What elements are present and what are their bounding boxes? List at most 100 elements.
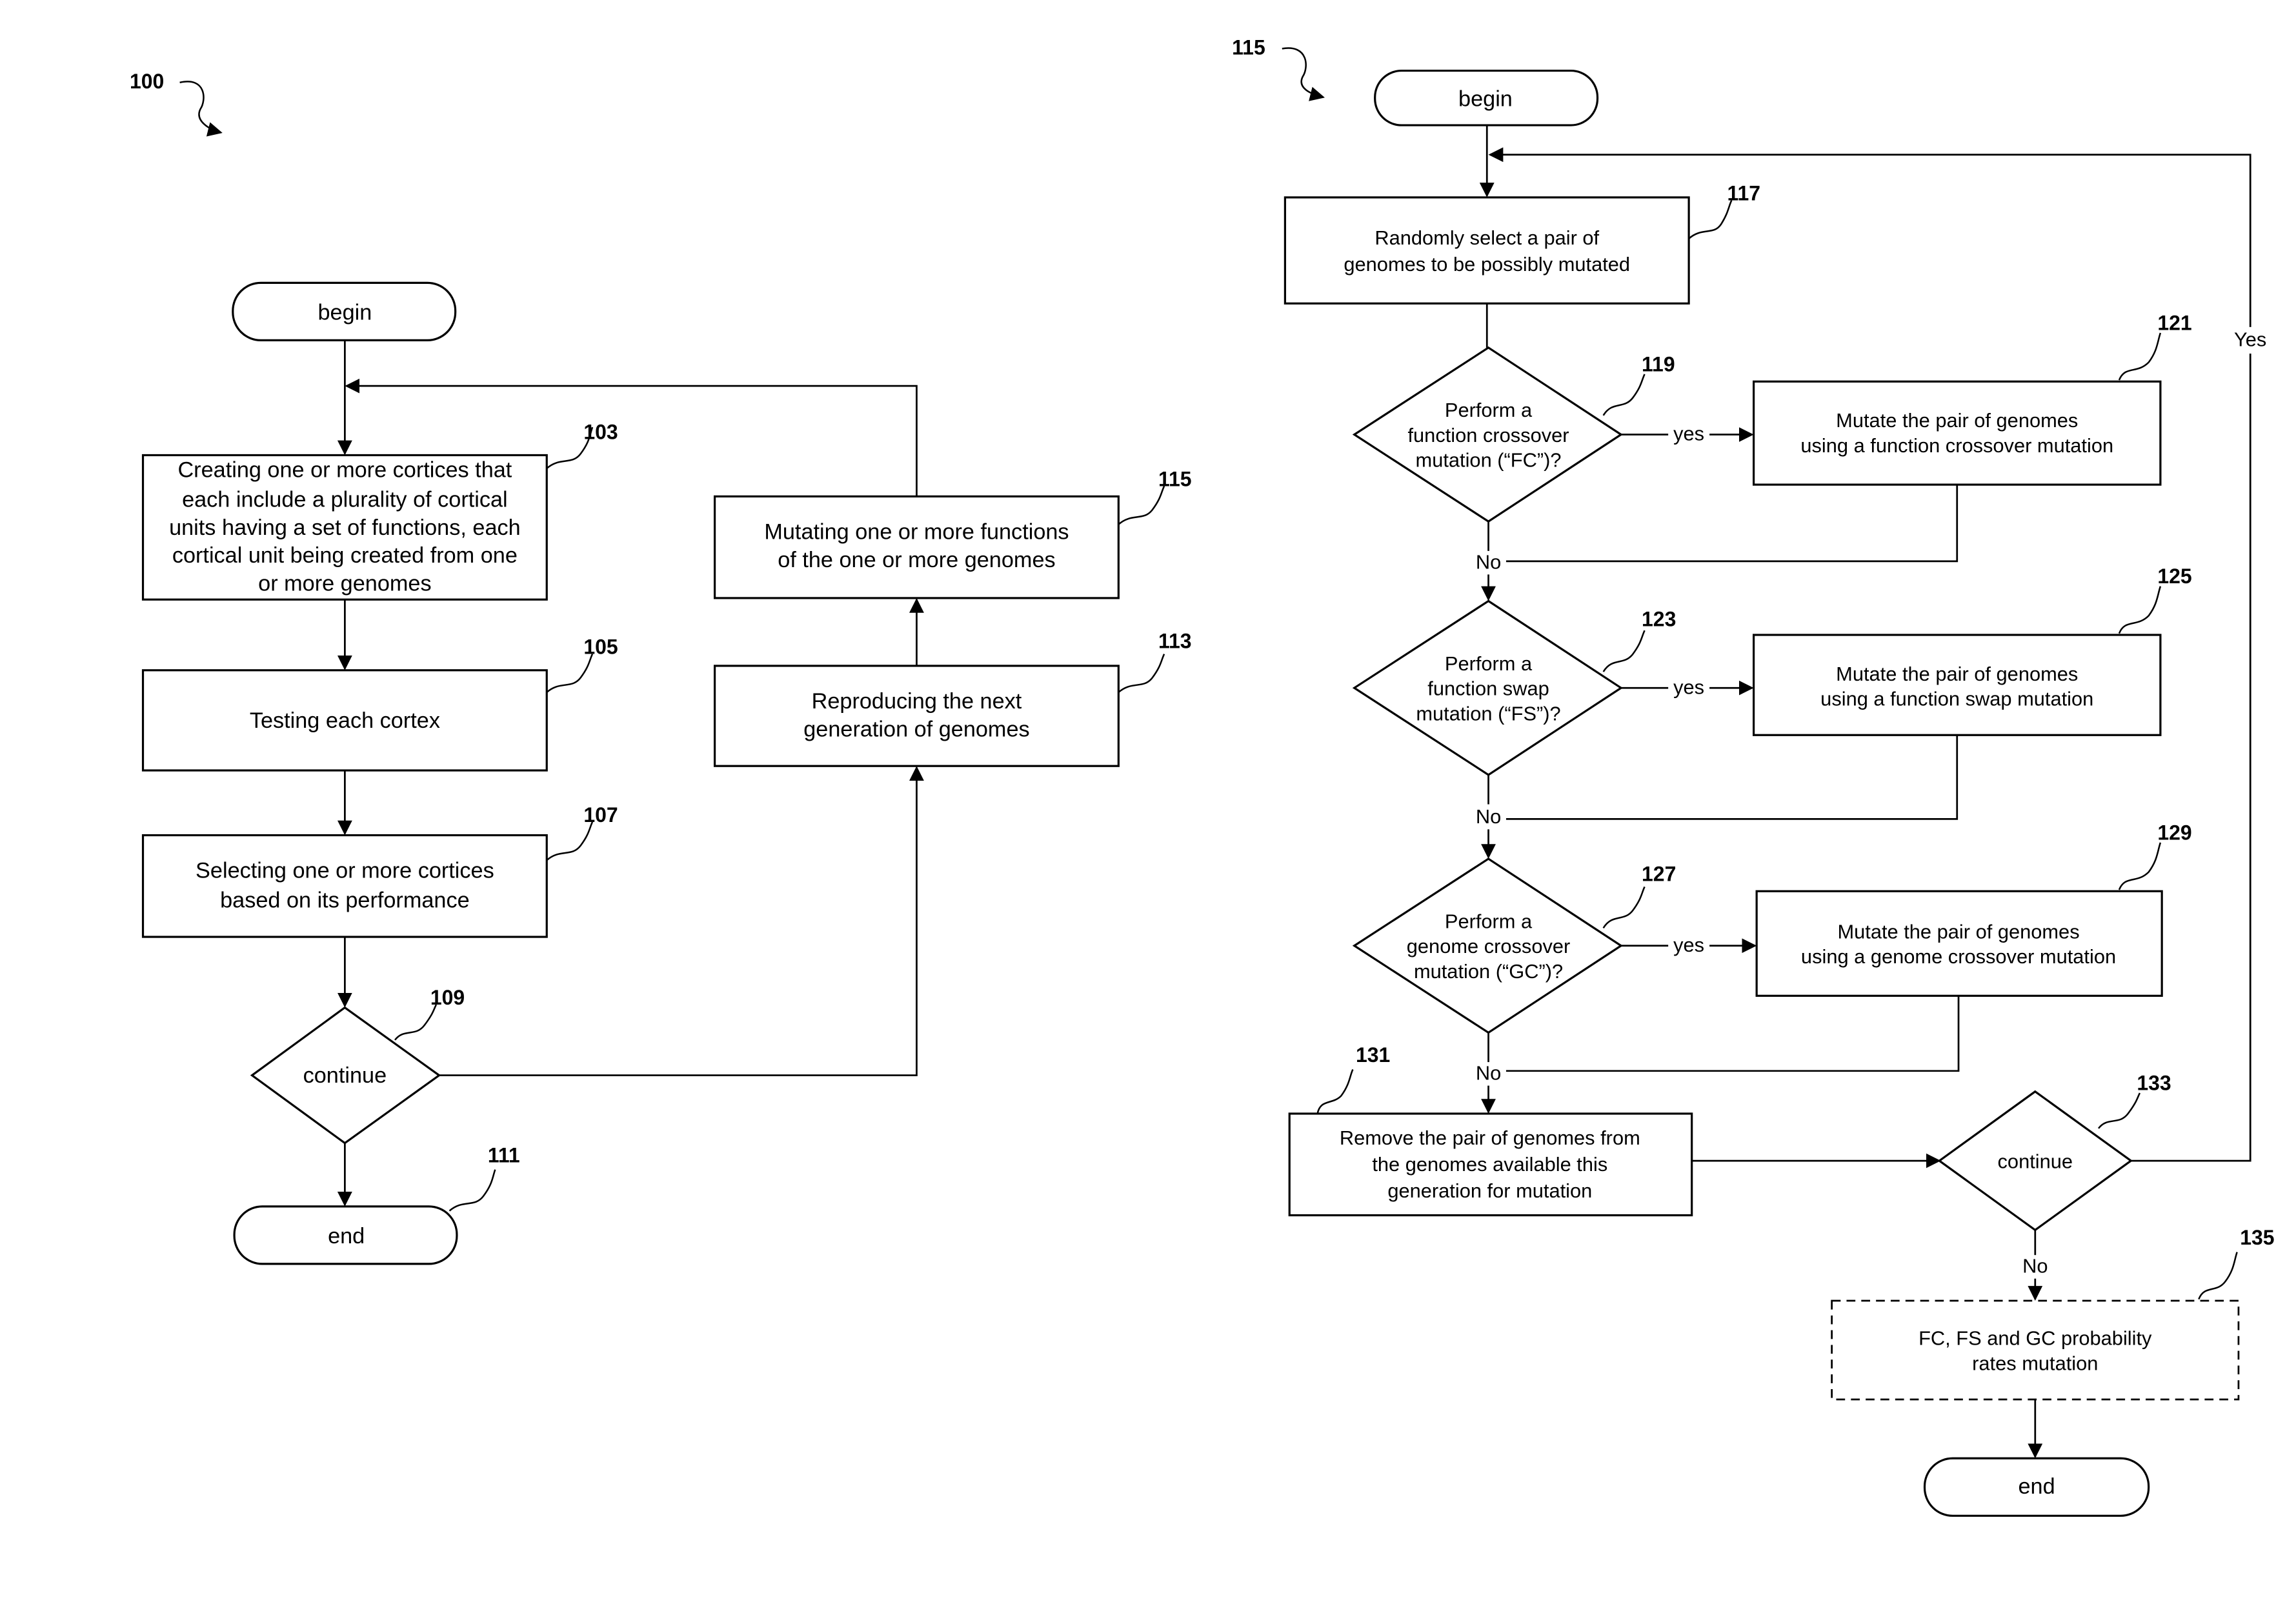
step-125-box: Mutate the pair of genomes using a funct… <box>1753 634 2162 736</box>
step-119-line-2: function crossover <box>1407 424 1569 446</box>
step-127-decision: Perform a genome crossover mutation (“GC… <box>1352 857 1623 1034</box>
flowchart-figure: 100 begin Creating one or more cortices … <box>130 35 2275 1517</box>
ref-121-leader <box>2118 332 2162 381</box>
ref-117: 117 <box>1727 182 1760 205</box>
step-131-line-1: Remove the pair of genomes from <box>1340 1127 1640 1149</box>
ref-113-leader <box>1118 654 1165 694</box>
right-begin-label: begin <box>1458 86 1513 111</box>
step-107-box: Selecting one or more cortices based on … <box>141 834 548 938</box>
ref-119-leader <box>1602 374 1646 416</box>
step-115-line-2: of the one or more genomes <box>778 548 1055 572</box>
ref-135: 135 <box>2240 1226 2274 1249</box>
step-107-line-2: based on its performance <box>220 888 470 912</box>
step-123-line-3: mutation (“FS”)? <box>1416 702 1560 725</box>
step-135-box: FC, FS and GC probability rates mutation <box>1831 1299 2240 1401</box>
ref-125: 125 <box>2157 565 2191 588</box>
ref-127: 127 <box>1642 862 1676 885</box>
ref-123: 123 <box>1642 607 1676 630</box>
ref-129-leader <box>2118 842 2162 890</box>
ref-127-leader <box>1602 886 1646 929</box>
ref-113: 113 <box>1158 630 1192 653</box>
step-119-line-1: Perform a <box>1445 399 1533 421</box>
ref-121: 121 <box>2157 311 2191 334</box>
ref-125-leader <box>2118 586 2162 634</box>
ref-109: 109 <box>430 986 465 1009</box>
ref-109-leader <box>394 1004 438 1041</box>
step-117-line-2: genomes to be possibly mutated <box>1344 253 1630 276</box>
connector-121-return <box>1505 485 1959 563</box>
step-127-line-3: mutation (“GC”)? <box>1414 960 1563 983</box>
ref-111: 111 <box>488 1143 520 1167</box>
step-113-line-1: Reproducing the next <box>812 689 1022 714</box>
connector-125-return <box>1505 735 1959 820</box>
left-end-terminal: end <box>233 1205 458 1265</box>
no-label-133: No <box>2022 1255 2048 1277</box>
no-label-127: No <box>1476 1062 1501 1085</box>
step-117-line-1: Randomly select a pair of <box>1375 226 1599 249</box>
step-117-box: Randomly select a pair of genomes to be … <box>1284 196 1690 305</box>
step-105-line-1: Testing each cortex <box>250 708 440 733</box>
ref-103: 103 <box>583 420 618 443</box>
ref-119: 119 <box>1642 352 1675 376</box>
ref-105: 105 <box>583 636 618 659</box>
yes-label-123: yes <box>1673 676 1704 698</box>
step-107-line-1: Selecting one or more cortices <box>196 859 494 883</box>
ref-133: 133 <box>2137 1072 2171 1095</box>
step-125-line-1: Mutate the pair of genomes <box>1836 663 2078 685</box>
ref-107: 107 <box>583 803 618 827</box>
ref-131-leader <box>1316 1068 1354 1114</box>
step-135-line-2: rates mutation <box>1972 1352 2098 1374</box>
no-label-123: No <box>1476 805 1501 828</box>
ref-115: 115 <box>1158 467 1192 490</box>
step-109-label: continue <box>303 1063 387 1088</box>
no-label-119: No <box>1476 550 1501 573</box>
right-begin-terminal: begin <box>1374 69 1599 126</box>
step-135-line-1: FC, FS and GC probability <box>1918 1327 2152 1349</box>
yes-label-127: yes <box>1673 934 1704 956</box>
step-129-box: Mutate the pair of genomes using a genom… <box>1755 890 2163 997</box>
yes-label-119: yes <box>1673 423 1704 445</box>
step-103-line-1: Creating one or more cortices that <box>177 458 512 483</box>
ref-133-leader <box>2097 1092 2141 1129</box>
step-103-line-3: units having a set of functions, each <box>169 516 521 540</box>
figure-label-115: 115 <box>1232 35 1265 59</box>
ref-129: 129 <box>2157 821 2191 844</box>
ref-107-leader <box>546 821 594 861</box>
ref-117-leader <box>1688 199 1733 239</box>
step-119-decision: Perform a function crossover mutation (“… <box>1352 346 1623 523</box>
step-133-label: continue <box>1998 1150 2073 1173</box>
step-127-line-1: Perform a <box>1445 910 1533 932</box>
step-103-line-4: cortical unit being created from one <box>172 543 518 568</box>
ref-135-leader <box>2198 1252 2238 1300</box>
ref-131: 131 <box>1356 1043 1390 1067</box>
step-115-box: Mutating one or more functions of the on… <box>713 495 1120 599</box>
step-131-line-3: generation for mutation <box>1387 1179 1592 1202</box>
step-113-line-2: generation of genomes <box>803 717 1029 742</box>
left-end-label: end <box>328 1224 365 1248</box>
step-103-line-5: or more genomes <box>258 572 431 596</box>
step-121-line-1: Mutate the pair of genomes <box>1836 409 2078 432</box>
step-109-decision: continue <box>250 1006 441 1145</box>
figure-label-100: 100 <box>130 70 164 93</box>
ref-123-leader <box>1602 630 1646 672</box>
right-end-label: end <box>2018 1474 2055 1499</box>
step-121-line-2: using a function crossover mutation <box>1800 434 2113 457</box>
step-131-line-2: the genomes available this <box>1372 1153 1607 1176</box>
figure-100-pointer-icon <box>179 81 223 137</box>
left-begin-label: begin <box>317 300 372 325</box>
step-123-line-1: Perform a <box>1445 652 1533 675</box>
figure-115-pointer-icon <box>1282 47 1325 101</box>
step-129-line-2: using a genome crossover mutation <box>1801 945 2116 968</box>
step-127-line-2: genome crossover <box>1407 935 1571 957</box>
step-115-line-1: Mutating one or more functions <box>764 520 1069 545</box>
step-125-line-2: using a function swap mutation <box>1820 688 2093 710</box>
ref-105-leader <box>546 654 594 694</box>
step-129-line-1: Mutate the pair of genomes <box>1837 920 2079 943</box>
step-103-line-2: each include a plurality of cortical <box>182 487 508 512</box>
step-123-decision: Perform a function swap mutation (“FS”)? <box>1352 599 1623 776</box>
left-begin-terminal: begin <box>232 281 457 341</box>
step-119-line-3: mutation (“FC”)? <box>1416 449 1562 472</box>
ref-115-leader <box>1118 485 1165 525</box>
step-103-box: Creating one or more cortices that each … <box>141 454 548 601</box>
ref-111-leader <box>448 1169 496 1212</box>
